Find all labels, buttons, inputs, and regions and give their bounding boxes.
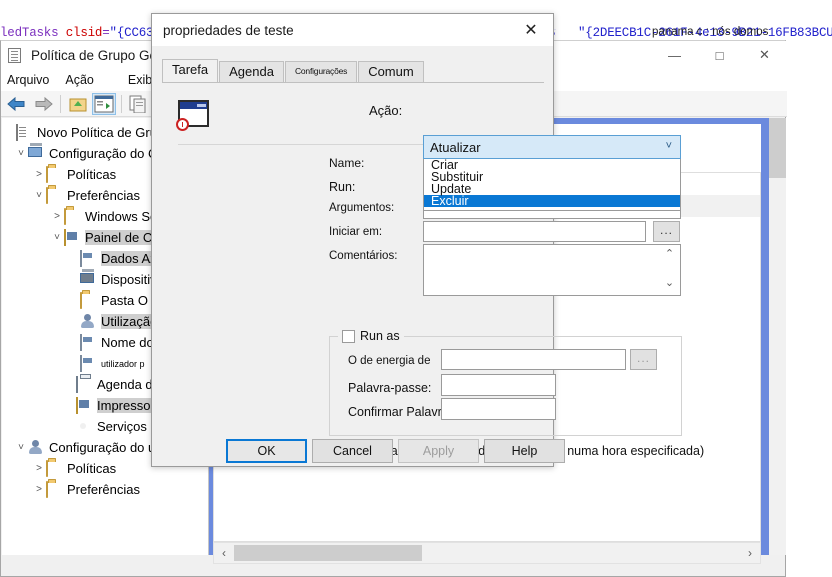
scrollbar-thumb[interactable] (769, 118, 786, 178)
action-combobox[interactable]: Atualizar ˅ (423, 135, 681, 159)
close-icon[interactable]: ✕ (509, 14, 553, 46)
folder-icon (46, 480, 63, 498)
folder-icon (46, 186, 63, 204)
screen: ledTasks clsid="{CC63F200-7309-4ba0-B154… (0, 0, 832, 577)
back-arrow-icon[interactable] (5, 93, 29, 115)
chevron-down-icon[interactable]: ˅ (32, 190, 46, 201)
action-dropdown-list[interactable]: Criar Substituir Update Excluir (423, 159, 681, 211)
apply-button[interactable]: Apply (398, 439, 479, 463)
folder-options-icon (80, 291, 97, 309)
mmc-window-title: Política de Grupo Gerir (31, 47, 170, 63)
scheduled-task-window-clock-icon (176, 98, 216, 134)
dialog-title-bar: propriedades de teste ✕ (152, 14, 553, 46)
printers-icon (76, 396, 93, 414)
console-document-icon (8, 47, 24, 63)
dropdown-option-excluir[interactable]: Excluir (424, 195, 680, 207)
run-as-checkbox[interactable] (342, 329, 355, 343)
power-options-icon (80, 354, 97, 372)
folder-icon (46, 165, 63, 183)
chevron-down-icon[interactable]: ˅ (14, 442, 28, 453)
mmc-window-buttons: — □ ✕ (652, 41, 787, 69)
runas-user-label: O de energia de (348, 355, 431, 367)
chevron-down-icon[interactable]: ˅ (666, 140, 672, 152)
action-selected-value: Atualizar (430, 139, 481, 155)
scrollbar-thumb[interactable] (234, 545, 422, 561)
dialog-footer: OK Cancel Apply Help (152, 428, 565, 466)
chevron-down-icon[interactable]: ˅ (14, 148, 28, 159)
password-field[interactable] (441, 374, 556, 396)
tree-item[interactable]: ˃ Preferências (2, 479, 208, 500)
scroll-left-icon[interactable]: ‹ (214, 546, 234, 560)
tab-configuracoes[interactable]: Configurações (284, 61, 358, 83)
close-icon[interactable]: ✕ (742, 41, 787, 69)
detail-vertical-scrollbar[interactable] (769, 118, 786, 555)
copy-icon[interactable] (127, 93, 151, 115)
console-root-icon (16, 123, 33, 141)
local-users-icon (80, 314, 97, 330)
folder-icon (46, 459, 63, 477)
scheduled-tasks-icon (76, 375, 93, 393)
data-sources-icon (80, 249, 97, 267)
tree-item-label: Serviços (97, 419, 147, 434)
tab-strip-divider (162, 82, 544, 83)
tree-item-label: Políticas (67, 461, 117, 476)
menu-item-acao[interactable]: Ação (57, 73, 102, 87)
xml-annotation: panama c : nós domos (652, 26, 769, 38)
cancel-button[interactable]: Cancel (312, 439, 393, 463)
toolbar-divider (121, 94, 122, 113)
tree-item-label: Preferências (67, 482, 140, 497)
ok-button[interactable]: OK (226, 439, 307, 463)
runas-user-browse-button[interactable]: ... (630, 349, 657, 370)
menu-item-arquivo[interactable]: Arquivo (1, 73, 57, 87)
field-label-iniciar-em: Iniciar em: (329, 226, 383, 238)
tree-item-label: Políticas (67, 167, 117, 182)
comments-scroll-arrows[interactable]: ⌃ ⌄ (661, 247, 678, 289)
forward-arrow-icon[interactable] (31, 93, 55, 115)
chevron-right-icon[interactable]: ˃ (32, 169, 46, 180)
folder-icon (64, 207, 81, 225)
chevron-right-icon[interactable]: ˃ (50, 211, 64, 222)
tab-comum[interactable]: Comum (358, 61, 424, 83)
user-icon (28, 440, 45, 456)
control-panel-folder-icon (64, 228, 81, 246)
services-icon (76, 419, 93, 435)
start-in-field[interactable] (423, 221, 646, 242)
action-label: Ação: (369, 103, 403, 118)
dialog-tab-strip: Tarefa Agenda Configurações Comum (162, 59, 425, 83)
chevron-down-icon[interactable]: ˅ (50, 232, 64, 243)
computer-icon (28, 142, 45, 162)
tree-item-label: utilizador p (101, 358, 145, 369)
dialog-body: Tarefa Agenda Configurações Comum Ação: … (152, 46, 704, 466)
runas-user-field[interactable] (441, 349, 626, 370)
scroll-up-icon[interactable]: ⌃ (665, 247, 674, 260)
chevron-right-icon[interactable]: ˃ (32, 463, 46, 474)
tab-tarefa[interactable]: Tarefa (162, 59, 219, 83)
dialog-title: propriedades de teste (163, 22, 294, 38)
scroll-down-icon[interactable]: ⌄ (665, 276, 674, 289)
tree-item-label: Preferências (67, 188, 140, 203)
confirm-password-field[interactable] (441, 398, 556, 420)
run-as-label: Run as (360, 329, 400, 343)
task-properties-dialog: propriedades de teste ✕ Tarefa Agenda Co… (151, 13, 704, 467)
help-button[interactable]: Help (484, 439, 565, 463)
chevron-right-icon[interactable]: ˃ (32, 484, 46, 495)
show-hide-tree-icon[interactable] (92, 92, 116, 115)
run-as-checkbox-row[interactable]: Run as (338, 328, 404, 344)
start-in-browse-button[interactable]: ... (653, 221, 680, 242)
devices-icon (80, 268, 97, 288)
field-label-name: Name: (329, 156, 365, 170)
comments-textarea[interactable]: ⌃ ⌄ (423, 244, 681, 296)
up-folder-icon[interactable] (66, 93, 90, 115)
tab-agenda[interactable]: Agenda (219, 61, 284, 83)
password-label: Palavra-passe: (348, 381, 432, 395)
field-label-argumentos: Argumentos: (329, 202, 395, 214)
minimize-icon[interactable]: — (652, 41, 697, 69)
maximize-icon[interactable]: □ (697, 41, 742, 69)
toolbar-divider (60, 94, 61, 113)
scroll-right-icon[interactable]: › (740, 546, 760, 560)
field-label-run: Run: (329, 180, 356, 194)
detail-horizontal-scrollbar[interactable]: ‹ › (213, 542, 761, 564)
field-label-comentarios: Comentários: (329, 250, 398, 262)
network-options-icon (80, 333, 97, 351)
